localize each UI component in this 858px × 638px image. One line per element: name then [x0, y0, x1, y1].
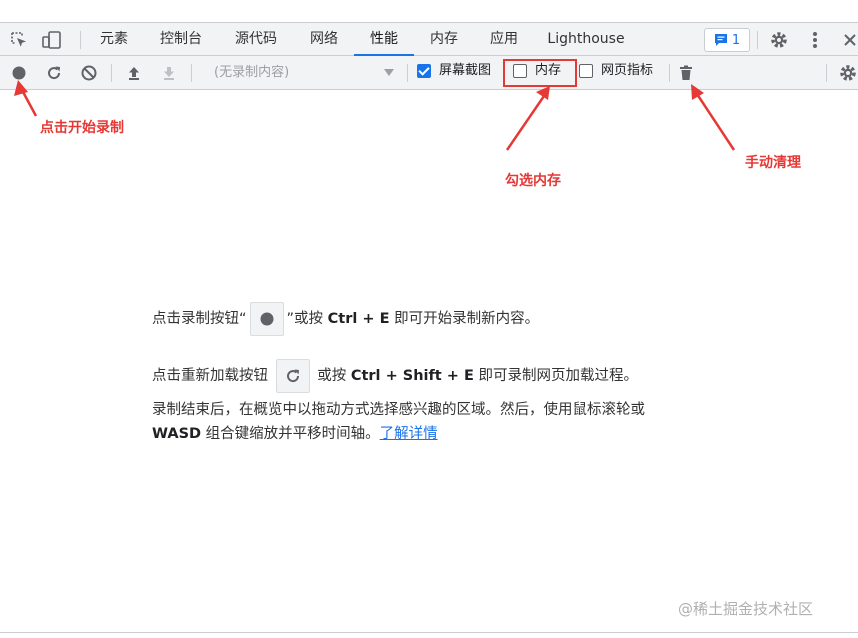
gear-icon	[840, 65, 856, 81]
memory-highlight-box	[503, 59, 577, 87]
profile-select-value: (无录制内容)	[214, 65, 290, 80]
landing-description: 录制结束后，在概览中以拖动方式选择感兴趣的区域。然后，使用鼠标滚轮或 WASD …	[152, 398, 752, 446]
annotation-gc: 手动清理	[745, 155, 801, 171]
message-icon	[714, 34, 727, 46]
tab-performance[interactable]: 性能	[354, 23, 414, 56]
devtools-tabbar: 元素 控制台 源代码 网络 性能 内存 应用 Lighthouse 1	[0, 22, 858, 56]
annotation-record: 点击开始录制	[40, 120, 124, 136]
toolbar-divider	[826, 64, 827, 82]
trash-icon	[680, 65, 692, 80]
toolbar-divider	[111, 64, 112, 82]
toolbar-divider	[407, 64, 408, 82]
collect-garbage-button[interactable]	[674, 61, 698, 85]
capture-settings-button[interactable]	[836, 61, 858, 85]
landing-line-record: 点击录制按钮“ ”或按 Ctrl + E 即可开始录制新内容。	[152, 302, 539, 336]
save-profile-button[interactable]	[157, 61, 181, 85]
landing-text: 或按	[317, 368, 347, 384]
tabbar-divider	[80, 31, 81, 49]
shortcut-ctrl-e: Ctrl + E	[327, 311, 390, 327]
inline-record-button[interactable]	[249, 302, 284, 336]
webvitals-checkbox[interactable]	[579, 64, 593, 78]
reload-icon	[48, 66, 61, 80]
download-icon	[164, 67, 174, 80]
tab-memory[interactable]: 内存	[426, 23, 462, 56]
learn-more-link[interactable]: 了解详情	[380, 426, 438, 442]
tab-sources[interactable]: 源代码	[231, 23, 281, 56]
upload-icon	[129, 67, 139, 80]
record-button[interactable]	[7, 61, 31, 85]
landing-text: 即可开始录制新内容。	[394, 311, 540, 327]
clear-button[interactable]	[77, 61, 101, 85]
load-profile-button[interactable]	[122, 61, 146, 85]
annotation-memory: 勾选内存	[505, 173, 561, 189]
toolbar-divider	[669, 64, 670, 82]
webvitals-label: 网页指标	[601, 63, 654, 78]
reload-record-button[interactable]	[42, 61, 66, 85]
inline-reload-button[interactable]	[275, 359, 310, 393]
top-strip	[0, 0, 858, 22]
record-icon	[12, 66, 26, 80]
shortcut-wasd: WASD	[152, 426, 202, 442]
close-icon[interactable]	[838, 28, 858, 52]
landing-text: 即可录制网页加载过程。	[478, 368, 639, 384]
tab-console[interactable]: 控制台	[156, 23, 206, 56]
landing-text: ”或按	[286, 311, 324, 327]
device-toggle-icon[interactable]	[40, 28, 64, 52]
record-icon	[260, 312, 274, 326]
inspect-icon[interactable]	[7, 28, 31, 52]
watermark: @稀土掘金技术社区	[678, 600, 814, 618]
screenshots-checkbox[interactable]	[417, 64, 431, 78]
landing-text: 点击重新加载按钮	[152, 368, 268, 384]
shortcut-ctrl-shift-e: Ctrl + Shift + E	[350, 368, 474, 384]
landing-text: 录制结束后，在概览中以拖动方式选择感兴趣的区域。然后，使用鼠标滚轮或	[152, 402, 645, 418]
gear-icon[interactable]	[767, 28, 791, 52]
bottom-border	[0, 632, 858, 633]
tabbar-divider	[757, 31, 758, 49]
messages-badge[interactable]: 1	[704, 28, 750, 52]
message-count: 1	[731, 32, 741, 48]
more-vert-icon[interactable]	[803, 28, 827, 52]
landing-text: 组合键缩放并平移时间轴。	[205, 426, 380, 442]
tab-application[interactable]: 应用	[486, 23, 522, 56]
tab-lighthouse[interactable]: Lighthouse	[546, 23, 626, 56]
landing-text: 点击录制按钮“	[152, 311, 247, 327]
reload-icon	[286, 369, 299, 383]
chevron-down-icon	[384, 69, 394, 76]
tab-elements[interactable]: 元素	[96, 23, 132, 56]
performance-toolbar: (无录制内容) 屏幕截图 内存 网页指标	[0, 56, 858, 90]
screenshots-label: 屏幕截图	[439, 63, 492, 78]
landing-line-reload: 点击重新加载按钮 或按 Ctrl + Shift + E 即可录制网页加载过程。	[152, 359, 638, 393]
profile-select[interactable]: (无录制内容)	[200, 62, 400, 84]
clear-icon	[81, 65, 97, 81]
toolbar-divider	[191, 64, 192, 82]
tab-network[interactable]: 网络	[306, 23, 342, 56]
